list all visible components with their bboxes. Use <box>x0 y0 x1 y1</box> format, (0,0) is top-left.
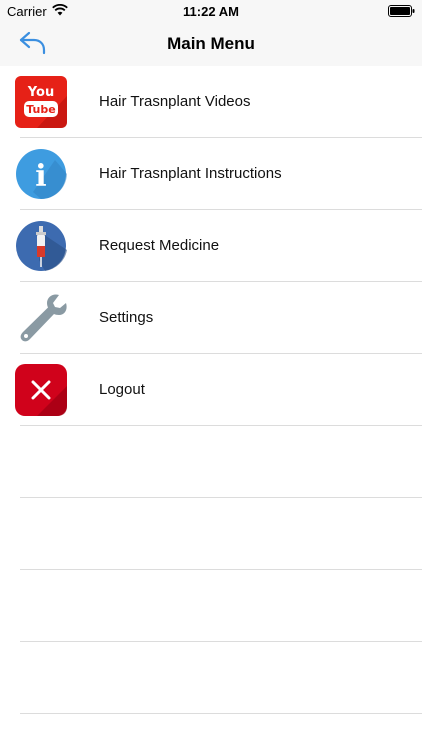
info-icon: i <box>15 148 67 200</box>
battery-icon <box>388 5 415 17</box>
empty-table-row <box>0 426 422 498</box>
menu-item-videos[interactable]: You Tube Hair Trasnplant Videos <box>0 66 422 138</box>
navigation-bar: Main Menu <box>0 22 422 66</box>
menu-item-label: Logout <box>99 381 145 398</box>
syringe-icon <box>15 220 67 272</box>
menu-item-instructions[interactable]: i Hair Trasnplant Instructions <box>0 138 422 210</box>
empty-table-row <box>0 498 422 570</box>
row-divider <box>20 713 422 714</box>
menu-item-label: Request Medicine <box>99 237 220 254</box>
empty-table-row <box>0 570 422 642</box>
logout-close-icon <box>15 364 67 416</box>
main-menu-list: You Tube Hair Trasnplant Videos i Hair T… <box>0 66 422 714</box>
youtube-icon-bottom-text: Tube <box>26 103 55 116</box>
menu-item-label: Hair Trasnplant Videos <box>99 93 251 110</box>
menu-item-logout[interactable]: Logout <box>0 354 422 426</box>
page-title: Main Menu <box>167 34 255 53</box>
wrench-icon <box>15 292 67 344</box>
info-icon-glyph: i <box>35 159 46 194</box>
empty-table-row <box>0 642 422 714</box>
youtube-icon: You Tube <box>15 76 67 128</box>
status-bar: Carrier 11:22 AM <box>0 0 422 22</box>
menu-item-request-medicine[interactable]: Request Medicine <box>0 210 422 282</box>
status-time: 11:22 AM <box>183 4 239 19</box>
menu-item-label: Hair Trasnplant Instructions <box>99 165 282 182</box>
youtube-icon-top-text: You <box>27 85 54 100</box>
menu-item-settings[interactable]: Settings <box>0 282 422 354</box>
menu-item-label: Settings <box>99 309 154 326</box>
